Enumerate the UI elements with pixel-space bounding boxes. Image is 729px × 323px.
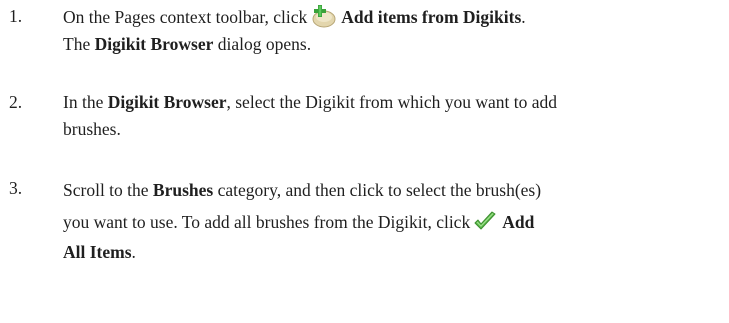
step-text: . — [521, 7, 526, 27]
step-body: In the Digikit Browser, select the Digik… — [63, 89, 727, 143]
step-line: The Digikit Browser dialog opens. — [63, 31, 727, 58]
checkmark-icon — [472, 210, 498, 234]
add-items-from-digikits-label: Add items from Digikits — [341, 7, 522, 27]
digikit-browser-label: Digikit Browser — [107, 92, 227, 112]
step-text: On the Pages context toolbar, click — [63, 7, 308, 27]
brushes-category-label: Brushes — [152, 180, 214, 200]
step-line: brushes. — [63, 116, 727, 143]
step-text: brushes. — [63, 119, 121, 139]
step-text: The — [63, 34, 91, 54]
step-text: Scroll to the — [63, 180, 149, 200]
step-text: dialog opens. — [217, 34, 312, 54]
step-body: On the Pages context toolbar, click Add i… — [63, 3, 727, 58]
step-text: you want to use. To add all brushes from… — [63, 212, 471, 232]
step-text: In the — [63, 92, 104, 112]
step-text: . — [131, 242, 136, 262]
add-all-items-label: Add — [502, 212, 535, 232]
add-all-items-label: All Items — [63, 242, 132, 262]
add-items-from-digikits-icon — [309, 3, 337, 29]
step-line: In the Digikit Browser, select the Digik… — [63, 89, 727, 116]
step-line: Scroll to the Brushes category, and then… — [63, 175, 727, 205]
digikit-browser-label: Digikit Browser — [94, 34, 214, 54]
step-text: , select the Digikit from which you want… — [226, 92, 557, 112]
step-number: 2. — [9, 92, 23, 112]
step-body: Scroll to the Brushes category, and then… — [63, 175, 727, 266]
step-line: you want to use. To add all brushes from… — [63, 205, 727, 239]
step-text: category, and then click to select the b… — [217, 180, 542, 200]
step-number: 3. — [9, 178, 23, 198]
instruction-steps: 1. On the Pages context toolbar, click Ad… — [0, 0, 729, 323]
step-line: On the Pages context toolbar, click Add i… — [63, 3, 727, 31]
step-number: 1. — [9, 6, 23, 26]
step-line: All Items. — [63, 239, 727, 266]
